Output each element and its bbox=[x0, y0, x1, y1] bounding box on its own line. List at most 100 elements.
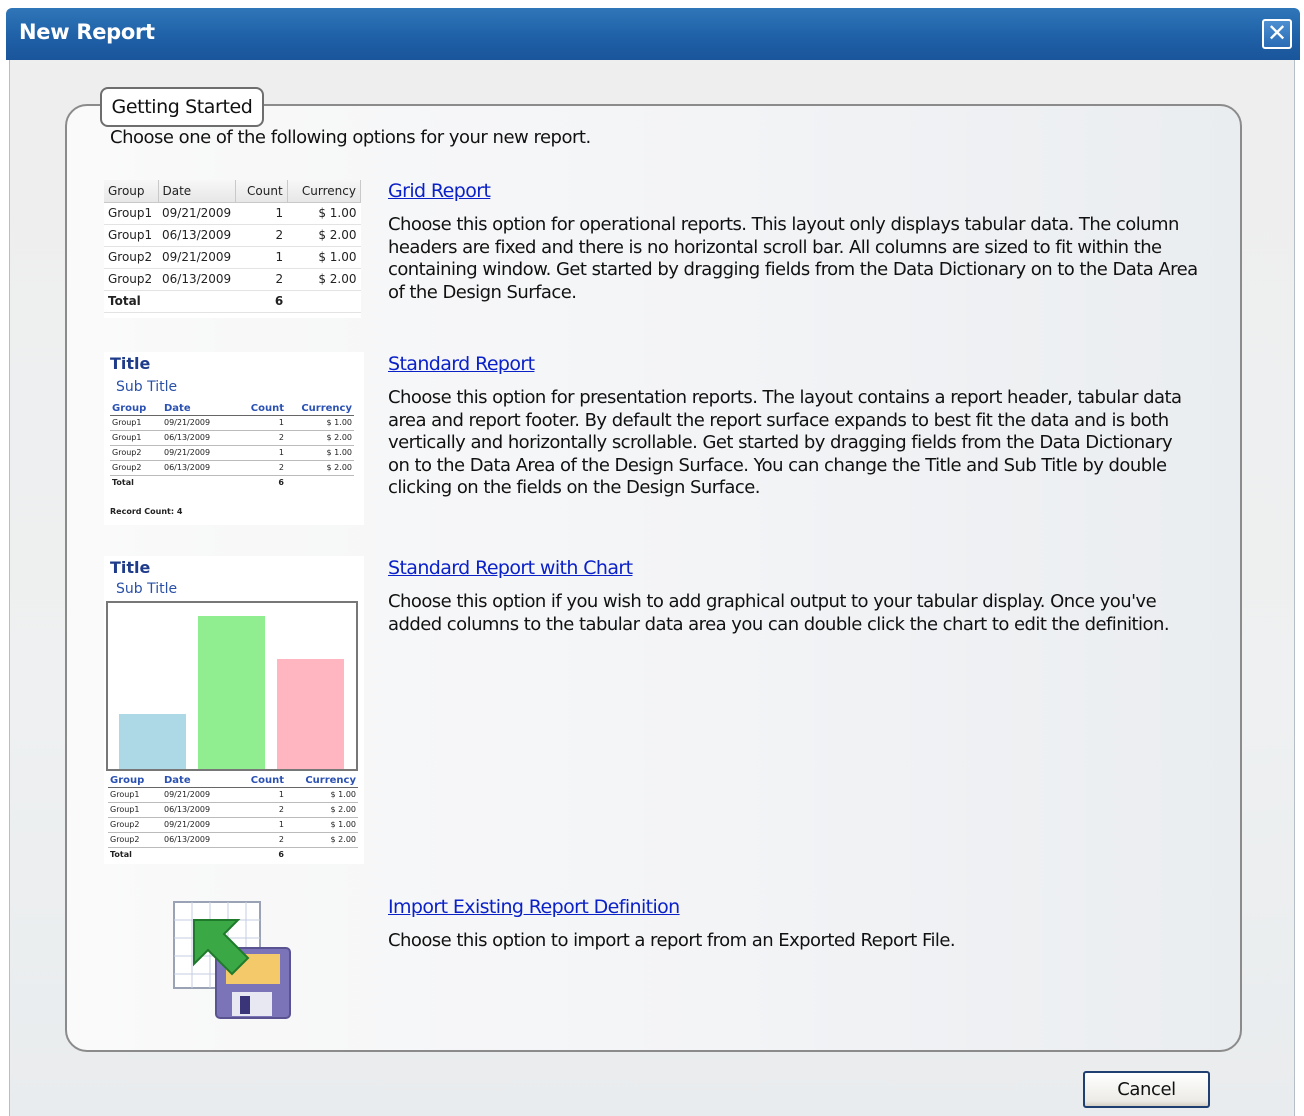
cell: Group1 bbox=[104, 224, 158, 247]
cell: 06/13/2009 bbox=[158, 224, 236, 247]
cell: Group1 bbox=[110, 430, 162, 446]
cell: $ 1.00 bbox=[286, 445, 354, 461]
cell: 09/21/2009 bbox=[162, 817, 234, 833]
total-row: Total 6 bbox=[104, 290, 361, 313]
table-row: Group1 06/13/2009 2 $ 2.00 bbox=[110, 430, 354, 446]
cell: $ 2.00 bbox=[286, 430, 354, 446]
table-row: Group2 06/13/2009 2 $ 2.00 bbox=[104, 268, 361, 291]
cell bbox=[158, 290, 236, 313]
import-report-link[interactable]: Import Existing Report Definition bbox=[388, 896, 680, 918]
cell: 09/21/2009 bbox=[162, 787, 234, 803]
chart-preview bbox=[106, 601, 358, 771]
cell: 2 bbox=[234, 802, 286, 818]
table-row: Group1 06/13/2009 2 $ 2.00 bbox=[108, 802, 358, 818]
cell: Group2 bbox=[104, 268, 158, 291]
col-header-currency: Currency bbox=[287, 180, 362, 203]
chart-report-link[interactable]: Standard Report with Chart bbox=[388, 557, 633, 579]
cell: Group2 bbox=[108, 832, 162, 848]
cell: 1 bbox=[236, 445, 286, 461]
cell: 1 bbox=[236, 415, 286, 431]
col-header-currency: Currency bbox=[286, 774, 358, 788]
cell bbox=[162, 474, 236, 490]
cell bbox=[286, 846, 358, 862]
chart-bar bbox=[119, 714, 186, 769]
table-row: Group2 06/13/2009 2 $ 2.00 bbox=[108, 832, 358, 848]
intro-text: Choose one of the following options for … bbox=[110, 127, 591, 148]
standard-report-description: Choose this option for presentation repo… bbox=[388, 387, 1182, 499]
col-header-group: Group bbox=[108, 774, 162, 788]
cell: $ 1.00 bbox=[287, 202, 361, 225]
cell: $ 2.00 bbox=[286, 460, 354, 476]
preview-title: Title bbox=[110, 558, 151, 577]
col-header-currency: Currency bbox=[286, 402, 354, 416]
chart-report-description: Choose this option if you wish to add gr… bbox=[388, 591, 1170, 635]
cell: $ 2.00 bbox=[287, 268, 361, 291]
cell: Group1 bbox=[110, 415, 162, 431]
total-count: 6 bbox=[235, 290, 288, 313]
table-row: Group1 09/21/2009 1 $ 1.00 bbox=[104, 202, 361, 225]
total-count: 6 bbox=[236, 474, 286, 490]
preview-subtitle: Sub Title bbox=[116, 379, 178, 395]
cell: 09/21/2009 bbox=[162, 445, 236, 461]
cell: 1 bbox=[235, 202, 288, 225]
col-header-count: Count bbox=[236, 402, 286, 416]
col-header-count: Count bbox=[234, 774, 286, 788]
total-row: Total 6 bbox=[108, 846, 358, 862]
cell: 1 bbox=[234, 787, 286, 803]
cell: $ 2.00 bbox=[286, 802, 358, 818]
total-label: Total bbox=[108, 846, 162, 862]
cell: Group2 bbox=[110, 445, 162, 461]
standard-report-link[interactable]: Standard Report bbox=[388, 353, 535, 375]
title-bar[interactable]: New Report ✕ bbox=[6, 8, 1300, 60]
cell: 2 bbox=[235, 268, 288, 291]
cell: $ 1.00 bbox=[286, 817, 358, 833]
window-title: New Report bbox=[19, 20, 155, 44]
table-row: Group2 09/21/2009 1 $ 1.00 bbox=[108, 817, 358, 833]
cell: 06/13/2009 bbox=[158, 268, 236, 291]
cell: Group2 bbox=[108, 817, 162, 833]
cell: 2 bbox=[234, 832, 286, 848]
preview-title: Title bbox=[110, 354, 151, 373]
cell: 06/13/2009 bbox=[162, 802, 234, 818]
table-row: Group1 09/21/2009 1 $ 1.00 bbox=[110, 415, 354, 431]
cell: 06/13/2009 bbox=[162, 460, 236, 476]
grid-report-link[interactable]: Grid Report bbox=[388, 180, 491, 202]
table-row: Group2 09/21/2009 1 $ 1.00 bbox=[104, 246, 361, 269]
grid-preview-table: Group Date Count Currency Group1 09/21/2… bbox=[104, 180, 362, 313]
grid-report-thumbnail[interactable]: Group Date Count Currency Group1 09/21/2… bbox=[104, 180, 362, 318]
cell: 09/21/2009 bbox=[162, 415, 236, 431]
cell bbox=[287, 290, 361, 313]
cell: 06/13/2009 bbox=[162, 430, 236, 446]
cell: Group2 bbox=[104, 246, 158, 269]
cell: Group1 bbox=[108, 787, 162, 803]
getting-started-legend: Getting Started bbox=[100, 87, 264, 127]
cell bbox=[286, 474, 354, 490]
cell: $ 2.00 bbox=[286, 832, 358, 848]
cell: 2 bbox=[236, 460, 286, 476]
cell: $ 1.00 bbox=[286, 415, 354, 431]
chart-bar bbox=[198, 616, 265, 769]
col-header-date: Date bbox=[158, 180, 236, 203]
standard-preview-table: Group Date Count Currency Group1 09/21/20… bbox=[110, 402, 354, 490]
close-button[interactable]: ✕ bbox=[1262, 19, 1292, 49]
cell: 09/21/2009 bbox=[158, 246, 236, 269]
total-label: Total bbox=[110, 474, 162, 490]
table-row: Group2 06/13/2009 2 $ 2.00 bbox=[110, 460, 354, 476]
record-count: Record Count: 4 bbox=[110, 507, 183, 516]
chart-report-thumbnail[interactable]: Title Sub Title Group Date Count Currenc… bbox=[104, 556, 364, 864]
col-header-date: Date bbox=[162, 774, 234, 788]
cell: $ 1.00 bbox=[287, 246, 361, 269]
cell bbox=[162, 846, 234, 862]
standard-report-thumbnail[interactable]: Title Sub Title Group Date Count Currenc… bbox=[104, 352, 364, 525]
cancel-button[interactable]: Cancel bbox=[1083, 1071, 1210, 1108]
total-count: 6 bbox=[234, 846, 286, 862]
cell: Group2 bbox=[110, 460, 162, 476]
import-report-icon[interactable] bbox=[170, 898, 294, 1022]
cell: Group1 bbox=[104, 202, 158, 225]
col-header-group: Group bbox=[110, 402, 162, 416]
chart-bar bbox=[277, 659, 344, 769]
import-report-description: Choose this option to import a report fr… bbox=[388, 930, 956, 951]
cell: 2 bbox=[236, 430, 286, 446]
preview-subtitle: Sub Title bbox=[116, 581, 178, 597]
close-icon: ✕ bbox=[1266, 19, 1288, 47]
